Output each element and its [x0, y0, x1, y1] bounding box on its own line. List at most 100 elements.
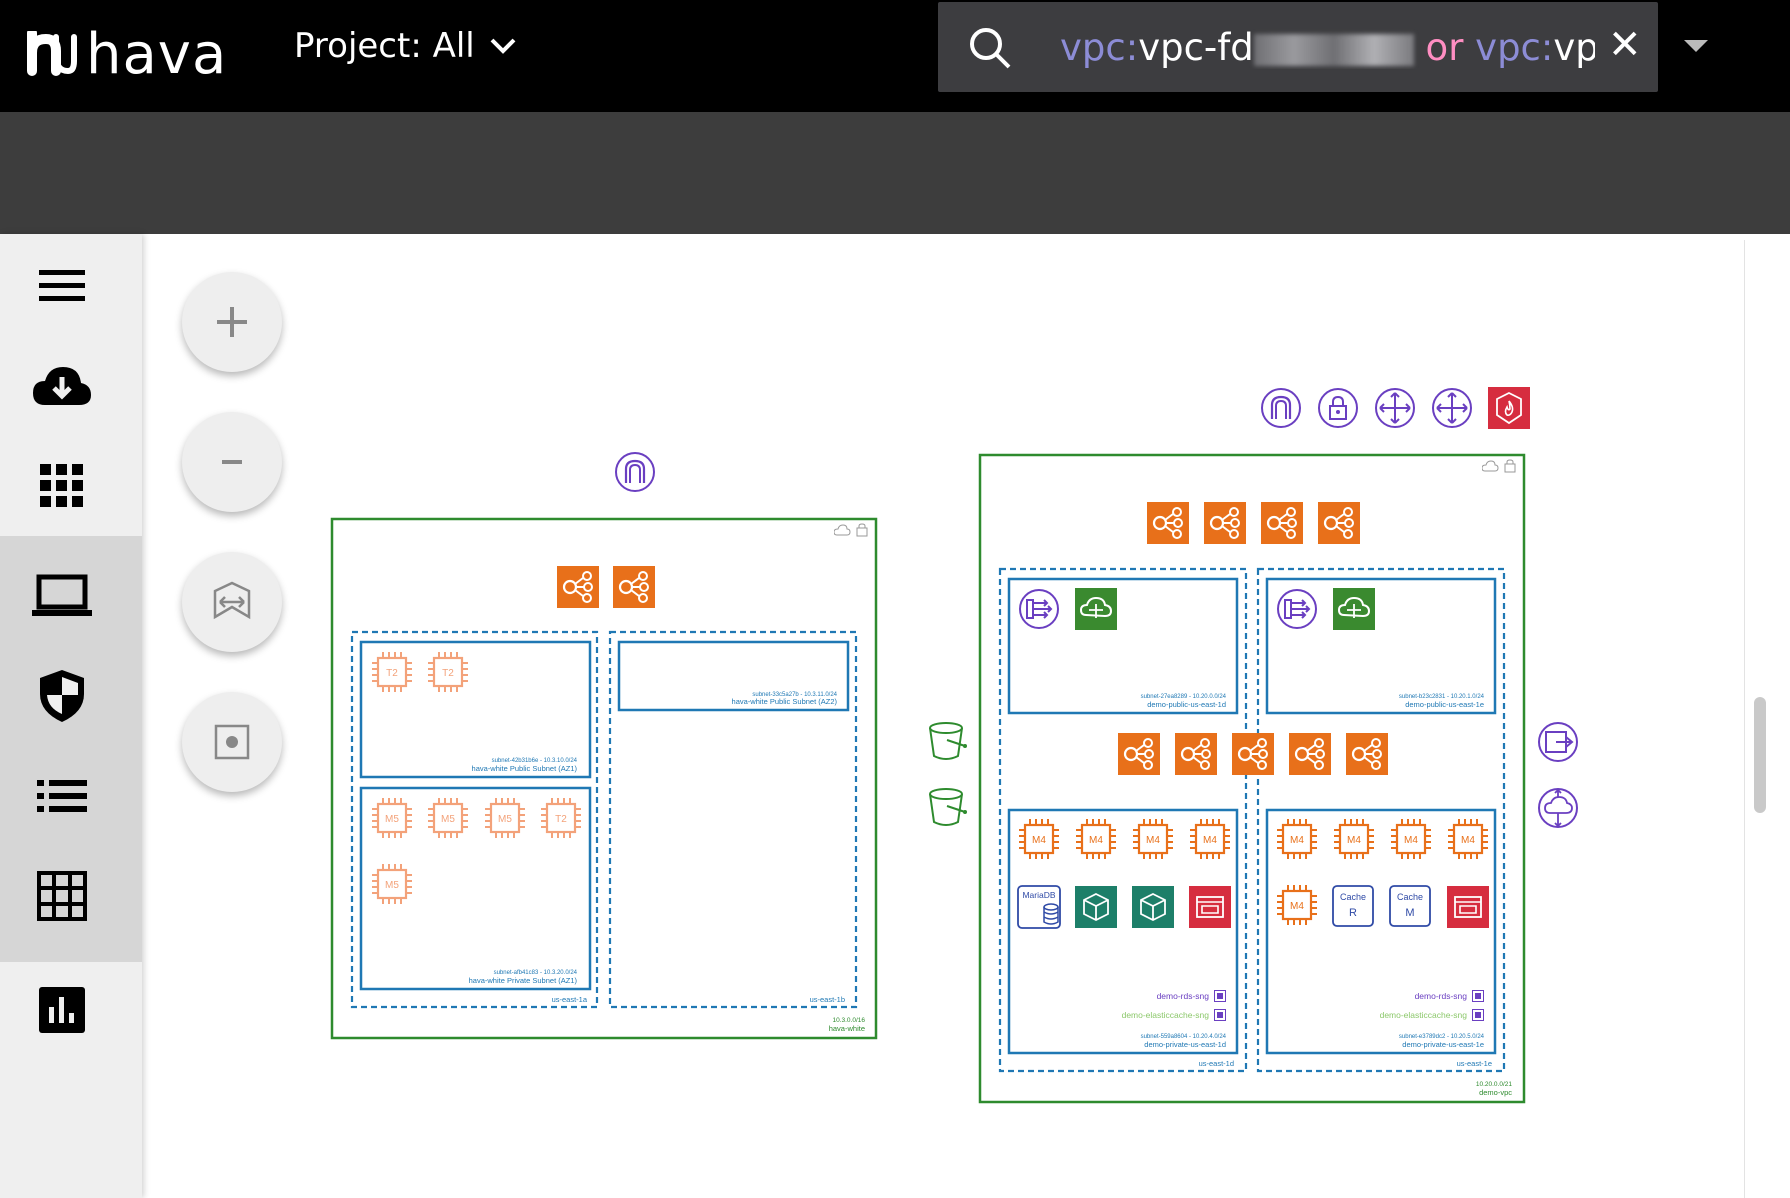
ec2-instance[interactable]: M4 — [1333, 818, 1375, 860]
load-balancer-icon[interactable] — [613, 566, 655, 608]
router-icon[interactable] — [1432, 388, 1472, 428]
router-icon[interactable] — [1375, 388, 1415, 428]
apps-grid-icon[interactable] — [26, 454, 98, 518]
subnet-id-label: subnet-42b31b6e - 10.3.10.0/24 — [492, 758, 578, 764]
firewall-icon[interactable] — [1488, 387, 1530, 429]
instance-type: M4 — [1347, 835, 1361, 846]
ec2-instance[interactable]: M5 — [371, 863, 413, 905]
red-service-icon[interactable] — [1447, 886, 1489, 928]
subnet-box-demo-public-1d[interactable] — [1007, 577, 1239, 715]
subnet-box-demo-private-1e[interactable] — [1265, 808, 1497, 1055]
az-box-us-east-1a[interactable] — [350, 630, 599, 1009]
query-value-2: vpc — [1553, 26, 1595, 69]
load-balancer-icon[interactable] — [1346, 733, 1388, 775]
vpc-name-label: demo-vpc — [1479, 1088, 1512, 1097]
ec2-instance[interactable]: M4 — [1189, 818, 1231, 860]
api-gateway-icon[interactable] — [1075, 588, 1117, 630]
nat-gateway-icon[interactable] — [1277, 589, 1317, 629]
subnet-box-demo-public-1e[interactable] — [1265, 577, 1497, 715]
db-engine-label: MariaDB — [1022, 890, 1055, 900]
ec2-instance[interactable]: T2 — [540, 797, 582, 839]
load-balancer-icon[interactable] — [557, 566, 599, 608]
s3-bucket-icon[interactable] — [929, 722, 968, 760]
subnet-box-demo-private-1d[interactable] — [1007, 808, 1239, 1055]
load-balancer-icon[interactable] — [1204, 502, 1246, 544]
subnet-name-label: demo-public-us-east-1e — [1405, 700, 1484, 709]
ec2-instance[interactable]: M4 — [1390, 818, 1432, 860]
zoom-in-button[interactable] — [182, 272, 282, 372]
cloud-download-icon[interactable] — [26, 354, 98, 418]
load-balancer-icon[interactable] — [1318, 502, 1360, 544]
subnet-id-label: subnet-afb41c83 - 10.3.20.0/24 — [494, 970, 578, 976]
ec2-instance[interactable]: T2 — [371, 651, 413, 693]
ec2-instance[interactable]: M4 — [1276, 884, 1318, 926]
load-balancer-icon[interactable] — [1261, 502, 1303, 544]
rds-mariadb-icon[interactable]: MariaDB — [1017, 885, 1061, 929]
az-box-us-east-1e[interactable] — [1256, 567, 1506, 1073]
instance-type: M4 — [1089, 835, 1103, 846]
instance-type: T2 — [555, 814, 567, 825]
ec2-instance[interactable]: M5 — [484, 797, 526, 839]
ec2-instance[interactable]: M5 — [427, 797, 469, 839]
clear-search-icon[interactable]: ✕ — [1608, 22, 1642, 68]
search-query[interactable]: vpc:vpc-fd or vpc:vpc — [1060, 26, 1595, 69]
vpc-name-label: hava-white — [829, 1024, 865, 1033]
ec2-instance[interactable]: M4 — [1018, 818, 1060, 860]
vpn-gateway-icon[interactable] — [1318, 388, 1358, 428]
hava-logo-icon — [27, 31, 77, 76]
subnet-box-public-az2[interactable] — [617, 640, 850, 712]
ec2-instance[interactable]: M4 — [1075, 818, 1117, 860]
s3-bucket-icon[interactable] — [929, 788, 968, 826]
vertical-scrollbar[interactable] — [1744, 240, 1790, 1198]
list-icon[interactable] — [26, 764, 98, 828]
az-box-us-east-1d[interactable] — [998, 567, 1248, 1073]
subnet-box-public-az1[interactable] — [359, 640, 592, 779]
elasticache-redis-icon[interactable]: Cache R — [1332, 885, 1374, 927]
red-service-icon[interactable] — [1189, 886, 1231, 928]
shield-icon[interactable] — [26, 664, 98, 728]
scrollbar-thumb[interactable] — [1754, 697, 1766, 813]
elasticache-memcached-icon[interactable]: Cache M — [1389, 885, 1431, 927]
fit-to-screen-button[interactable] — [182, 552, 282, 652]
nat-gateway-icon[interactable] — [1019, 589, 1059, 629]
load-balancer-icon[interactable] — [1232, 733, 1274, 775]
vpc-box-hava-white[interactable] — [330, 517, 878, 1040]
project-selector[interactable]: Project: All — [294, 26, 517, 66]
search-dropdown-icon[interactable] — [1684, 40, 1708, 52]
subnet-box-private-az1[interactable] — [359, 786, 592, 991]
ec2-instance[interactable]: M4 — [1276, 818, 1318, 860]
api-gateway-icon[interactable] — [1333, 588, 1375, 630]
load-balancer-icon[interactable] — [1289, 733, 1331, 775]
load-balancer-icon[interactable] — [1147, 502, 1189, 544]
ec2-instance[interactable]: M5 — [371, 797, 413, 839]
menu-icon[interactable] — [26, 254, 98, 318]
security-group-label: demo-rds-sng — [1157, 991, 1210, 1001]
ec2-instance[interactable]: T2 — [427, 651, 469, 693]
vpc-box-demo-vpc[interactable] — [978, 453, 1526, 1104]
instance-type: M5 — [441, 814, 455, 825]
bar-chart-icon[interactable] — [26, 978, 98, 1042]
instance-type: M5 — [385, 880, 399, 891]
vpc-cidr-label: 10.3.0.0/16 — [832, 1017, 865, 1024]
elasticache-icon[interactable] — [1132, 886, 1174, 928]
laptop-icon[interactable] — [26, 564, 98, 628]
subnet-name-label: hava-white Public Subnet (AZ2) — [732, 697, 838, 706]
elasticache-icon[interactable] — [1075, 886, 1117, 928]
zoom-out-button[interactable] — [182, 412, 282, 512]
vpc-endpoint-icon[interactable] — [1538, 722, 1578, 762]
search-bar[interactable]: vpc:vpc-fd or vpc:vpc ✕ — [938, 2, 1658, 92]
security-group-label: demo-rds-sng — [1415, 991, 1468, 1001]
cloud-endpoint-icon[interactable] — [1538, 788, 1578, 828]
ec2-instance[interactable]: M4 — [1447, 818, 1489, 860]
ec2-instance[interactable]: M4 — [1132, 818, 1174, 860]
center-view-button[interactable] — [182, 692, 282, 792]
table-grid-icon[interactable] — [26, 864, 98, 928]
load-balancer-icon[interactable] — [1175, 733, 1217, 775]
internet-gateway-icon[interactable] — [614, 451, 656, 493]
instance-type: M4 — [1461, 835, 1475, 846]
az-box-us-east-1b[interactable] — [608, 630, 858, 1009]
load-balancer-icon[interactable] — [1118, 733, 1160, 775]
internet-gateway-icon[interactable] — [1260, 387, 1302, 429]
hava-logo[interactable]: hava — [26, 22, 227, 87]
sidebar — [0, 234, 142, 1198]
